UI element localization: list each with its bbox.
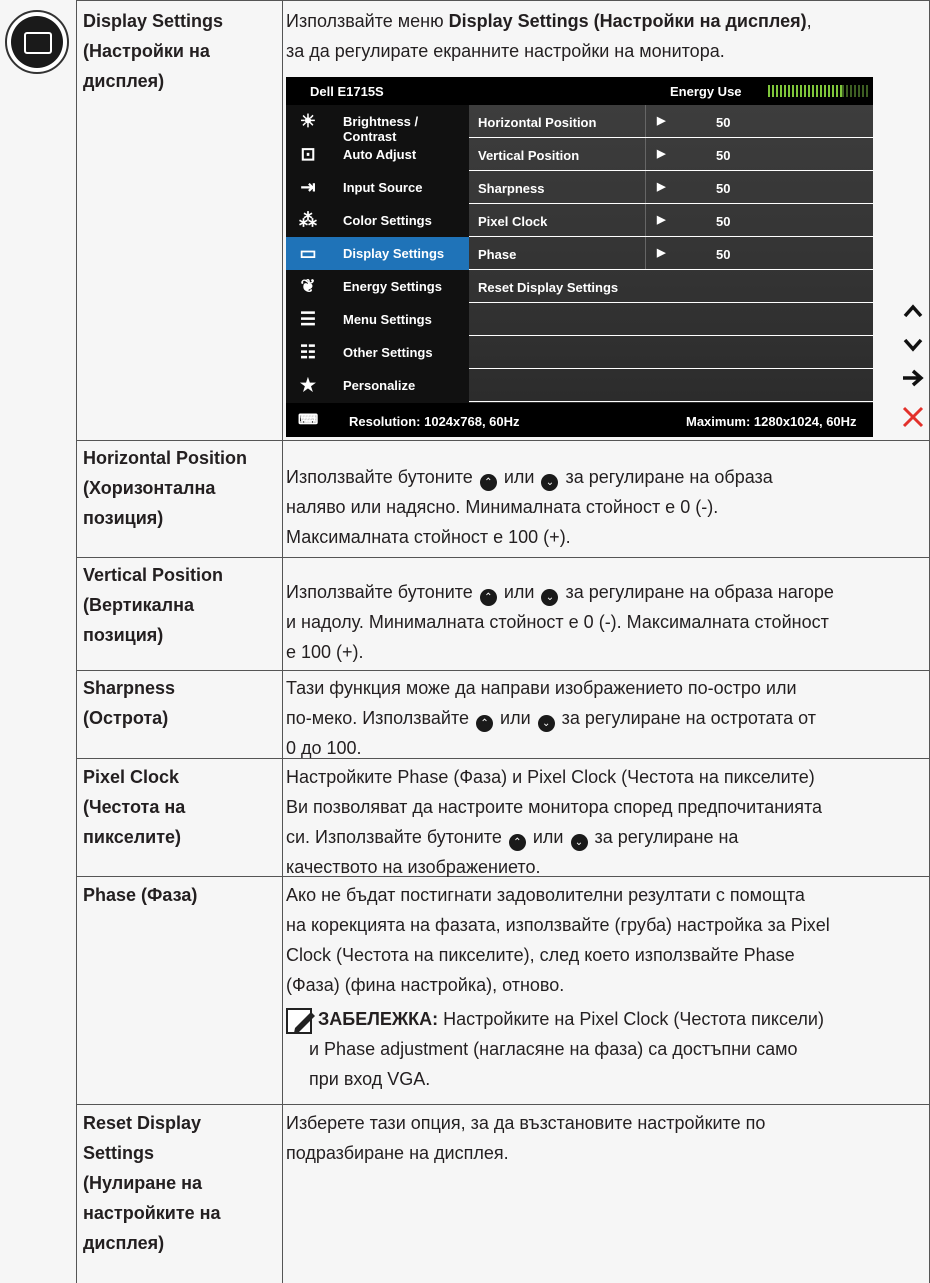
row-label-display-settings: Display Settings (Настройки на дисплея) — [83, 11, 224, 91]
input-source-icon: ⇥ — [300, 177, 316, 197]
arrow-right-icon: ▶ — [657, 148, 666, 160]
osd-footer: ⌨ Resolution: 1024x768, 60Hz Maximum: 12… — [286, 403, 873, 437]
osd-setting-row-reset[interactable]: Reset Display Settings — [469, 270, 873, 303]
arrow-right-icon: ▶ — [657, 181, 666, 193]
note-text-continued: и Phase adjustment (нагласяне на фаза) с… — [309, 1039, 798, 1089]
menu-icon: ☰ — [299, 309, 317, 329]
note-text: ЗАБЕЛЕЖКА: Настройките на Pixel Clock (Ч… — [318, 1009, 824, 1029]
row-label-sharpness: Sharpness (Острота) — [83, 678, 176, 728]
osd-resolution: Resolution: 1024x768, 60Hz — [349, 414, 520, 429]
osd-empty-row — [469, 369, 873, 402]
vga-connector-icon: ⌨ — [298, 411, 319, 427]
osd-setting-row[interactable]: Pixel Clock ▶ 50 — [469, 204, 873, 237]
exit-cross-icon[interactable] — [896, 404, 930, 434]
sun-icon: ☀ — [299, 111, 317, 131]
up-button-icon[interactable] — [896, 297, 930, 327]
leaf-icon: ❦ — [300, 276, 316, 296]
osd-menu-item[interactable]: ☀ Brightness / Contrast — [286, 105, 469, 144]
table-border — [76, 0, 930, 1]
row-label-vertical-position: Vertical Position (Вертикална позиция) — [83, 565, 224, 645]
row-desc-pixel-clock: Настройките Phase (Фаза) и Pixel Clock (… — [286, 767, 823, 877]
row-desc-horizontal-position: Използвайте бутоните ⌃ или ⌄ за регулира… — [286, 467, 773, 547]
table-border — [76, 557, 930, 558]
osd-menu-item[interactable]: ⇥ Input Source — [286, 171, 469, 204]
osd-setting-row[interactable]: Horizontal Position ▶ 50 — [469, 105, 873, 138]
display-settings-section-icon — [5, 10, 69, 74]
osd-setting-row[interactable]: Sharpness ▶ 50 — [469, 171, 873, 204]
osd-setting-row[interactable]: Phase ▶ 50 — [469, 237, 873, 270]
osd-menu-item[interactable]: ⊡ Auto Adjust — [286, 138, 469, 171]
row-desc-vertical-position: Използвайте бутоните ⌃ или ⌄ за регулира… — [286, 582, 834, 662]
display-icon — [24, 32, 52, 54]
osd-maximum: Maximum: 1280x1024, 60Hz — [686, 414, 857, 429]
osd-menu-item[interactable]: ❦ Energy Settings — [286, 270, 469, 303]
down-button-icon: ⌄ — [541, 474, 559, 491]
note-pencil-icon — [286, 1006, 316, 1036]
auto-adjust-icon: ⊡ — [300, 144, 316, 164]
osd-empty-row — [469, 303, 873, 336]
down-button-icon: ⌄ — [537, 715, 555, 732]
table-border — [76, 0, 77, 1283]
up-button-icon: ⌃ — [479, 474, 497, 491]
table-border — [282, 0, 283, 1283]
color-dots-icon: ⁂ — [299, 210, 317, 230]
osd-setting-row[interactable]: Vertical Position ▶ 50 — [469, 138, 873, 171]
row-label-reset-display-settings: Reset Display Settings (Нулиране на наст… — [83, 1113, 221, 1253]
osd-header: Dell E1715S Energy Use — [286, 77, 873, 105]
row-desc-phase: Ако не бъдат постигнати задоволителни ре… — [286, 885, 830, 995]
arrow-right-icon: ▶ — [657, 247, 666, 259]
osd-energy-label: Energy Use — [670, 84, 742, 99]
display-icon: ▭ — [299, 243, 317, 263]
osd-menu-item[interactable]: ☰ Menu Settings — [286, 303, 469, 336]
table-border — [76, 670, 930, 671]
osd-menu-item[interactable]: ★ Personalize — [286, 369, 469, 402]
osd-menu-screenshot: Dell E1715S Energy Use ☀ Brightness / Co… — [286, 77, 873, 437]
osd-model: Dell E1715S — [310, 84, 384, 99]
down-button-icon: ⌄ — [570, 834, 588, 851]
osd-main-menu: ☀ Brightness / Contrast ⊡ Auto Adjust ⇥ … — [286, 105, 469, 403]
sliders-icon: ☷ — [299, 342, 317, 362]
enter-arrow-icon[interactable] — [896, 364, 930, 394]
row-label-horizontal-position: Horizontal Position (Хоризонтална позици… — [83, 448, 247, 528]
table-border — [76, 1104, 930, 1105]
osd-menu-item[interactable]: ☷ Other Settings — [286, 336, 469, 369]
row-desc-display-settings: Използвайте меню Display Settings (Настр… — [286, 11, 812, 61]
down-button-icon[interactable] — [896, 331, 930, 361]
row-label-phase: Phase (Фаза) — [83, 885, 198, 905]
osd-menu-item[interactable]: ⁂ Color Settings — [286, 204, 469, 237]
row-desc-sharpness: Тази функция може да направи изображение… — [286, 678, 817, 758]
row-desc-reset-display-settings: Изберете тази опция, за да възстановите … — [286, 1113, 766, 1163]
osd-menu-item-selected[interactable]: ▭ Display Settings — [286, 237, 469, 270]
osd-submenu-panel: Horizontal Position ▶ 50 Vertical Positi… — [469, 105, 873, 403]
osd-empty-row — [469, 336, 873, 369]
up-button-icon: ⌃ — [476, 715, 494, 732]
table-border — [76, 440, 930, 441]
arrow-right-icon: ▶ — [657, 214, 666, 226]
row-label-pixel-clock: Pixel Clock (Честота на пикселите) — [83, 767, 186, 847]
up-button-icon: ⌃ — [479, 589, 497, 606]
up-button-icon: ⌃ — [508, 834, 526, 851]
down-button-icon: ⌄ — [541, 589, 559, 606]
star-icon: ★ — [299, 375, 317, 395]
arrow-right-icon: ▶ — [657, 115, 666, 127]
energy-meter — [768, 85, 868, 97]
